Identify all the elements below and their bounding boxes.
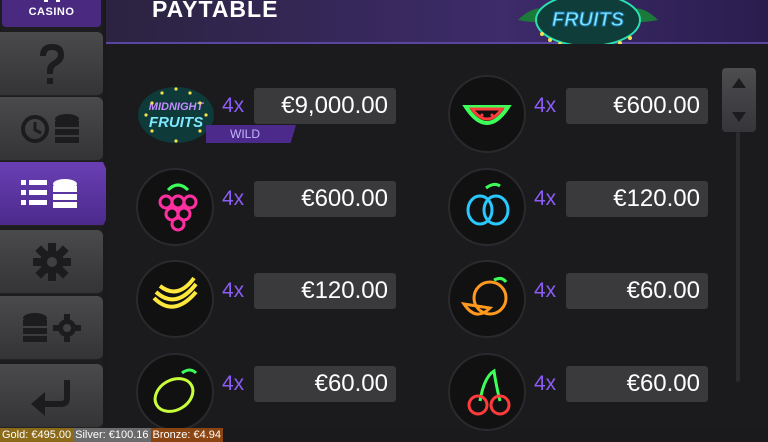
multiplier: 4x (534, 187, 557, 210)
help-button[interactable] (0, 32, 103, 96)
scroll-up-icon[interactable] (732, 78, 746, 88)
wild-badge: WILD (206, 125, 296, 143)
paytable-row-grapes: 4x €600.00 (136, 168, 436, 246)
wild-logo-line-1: MIDNIGHT (149, 101, 205, 113)
back-icon (30, 379, 70, 416)
paytable-row-wild: MIDNIGHT FRUITS WILD 4x €9,000.00 (136, 87, 436, 143)
gold-jackpot: Gold: €495.00 (0, 428, 74, 442)
multiplier: 4x (534, 372, 557, 395)
cherries-icon (448, 353, 526, 431)
casino-logo: CASINO (2, 0, 101, 27)
orange-icon (448, 260, 526, 338)
svg-text:FRUITS: FRUITS (552, 9, 625, 31)
payout-value: €60.00 (254, 366, 396, 402)
bet-settings-icon (22, 312, 81, 342)
silver-jackpot: Silver: €100.16 (73, 428, 151, 442)
paytable-row-cherries: 4x €60.00 (448, 353, 748, 431)
paytable-row-banana: 4x €120.00 (136, 260, 436, 338)
payout-value: €9,000.00 (254, 88, 396, 124)
header: PAYTABLE FRUITS (106, 0, 768, 49)
scroll-down-icon[interactable] (732, 112, 746, 122)
jackpot-bar: Gold: €495.00 Silver: €100.16 Bronze: €4… (0, 428, 768, 442)
payout-value: €600.00 (254, 181, 396, 217)
banana-icon (136, 260, 214, 338)
logo-text: CASINO (28, 6, 75, 18)
midnight-fruits-wild-icon: MIDNIGHT FRUITS (136, 75, 214, 153)
payout-value: €60.00 (566, 366, 708, 402)
bronze-jackpot: Bronze: €4.94 (150, 428, 224, 442)
multiplier: 4x (534, 279, 557, 302)
paytable: MIDNIGHT FRUITS WILD 4x €9,000.00 4x €60… (106, 44, 768, 431)
settings-icon (32, 242, 71, 281)
bet-settings-button[interactable] (0, 296, 103, 360)
paytable-row-plum: 4x €120.00 (448, 168, 748, 246)
payout-value: €600.00 (566, 88, 708, 124)
history-icon (20, 113, 79, 143)
multiplier: 4x (222, 279, 245, 302)
multiplier: 4x (534, 94, 557, 117)
lemon-icon (136, 353, 214, 431)
history-button[interactable] (0, 97, 103, 161)
paytable-row-watermelon: 4x €600.00 (448, 75, 748, 153)
help-icon (39, 43, 64, 84)
sidebar: CASINO (0, 0, 118, 428)
scrollbar-track[interactable] (736, 132, 740, 382)
wild-logo-line-2: FRUITS (149, 114, 203, 131)
watermelon-icon (448, 75, 526, 153)
page-title: PAYTABLE (152, 0, 279, 22)
multiplier: 4x (222, 372, 245, 395)
paytable-icon (20, 178, 77, 208)
payout-value: €60.00 (566, 273, 708, 309)
logo-mark-icon (44, 0, 60, 2)
back-button[interactable] (0, 364, 103, 428)
paytable-row-lemon: 4x €60.00 (136, 353, 436, 431)
scroll-buttons[interactable] (722, 68, 756, 132)
payout-value: €120.00 (566, 181, 708, 217)
settings-button[interactable] (0, 230, 103, 294)
plum-icon (448, 168, 526, 246)
paytable-row-orange: 4x €60.00 (448, 260, 748, 338)
paytable-button[interactable] (0, 162, 118, 226)
payout-value: €120.00 (254, 273, 396, 309)
grapes-icon (136, 168, 214, 246)
multiplier: 4x (222, 94, 245, 117)
multiplier: 4x (222, 187, 245, 210)
